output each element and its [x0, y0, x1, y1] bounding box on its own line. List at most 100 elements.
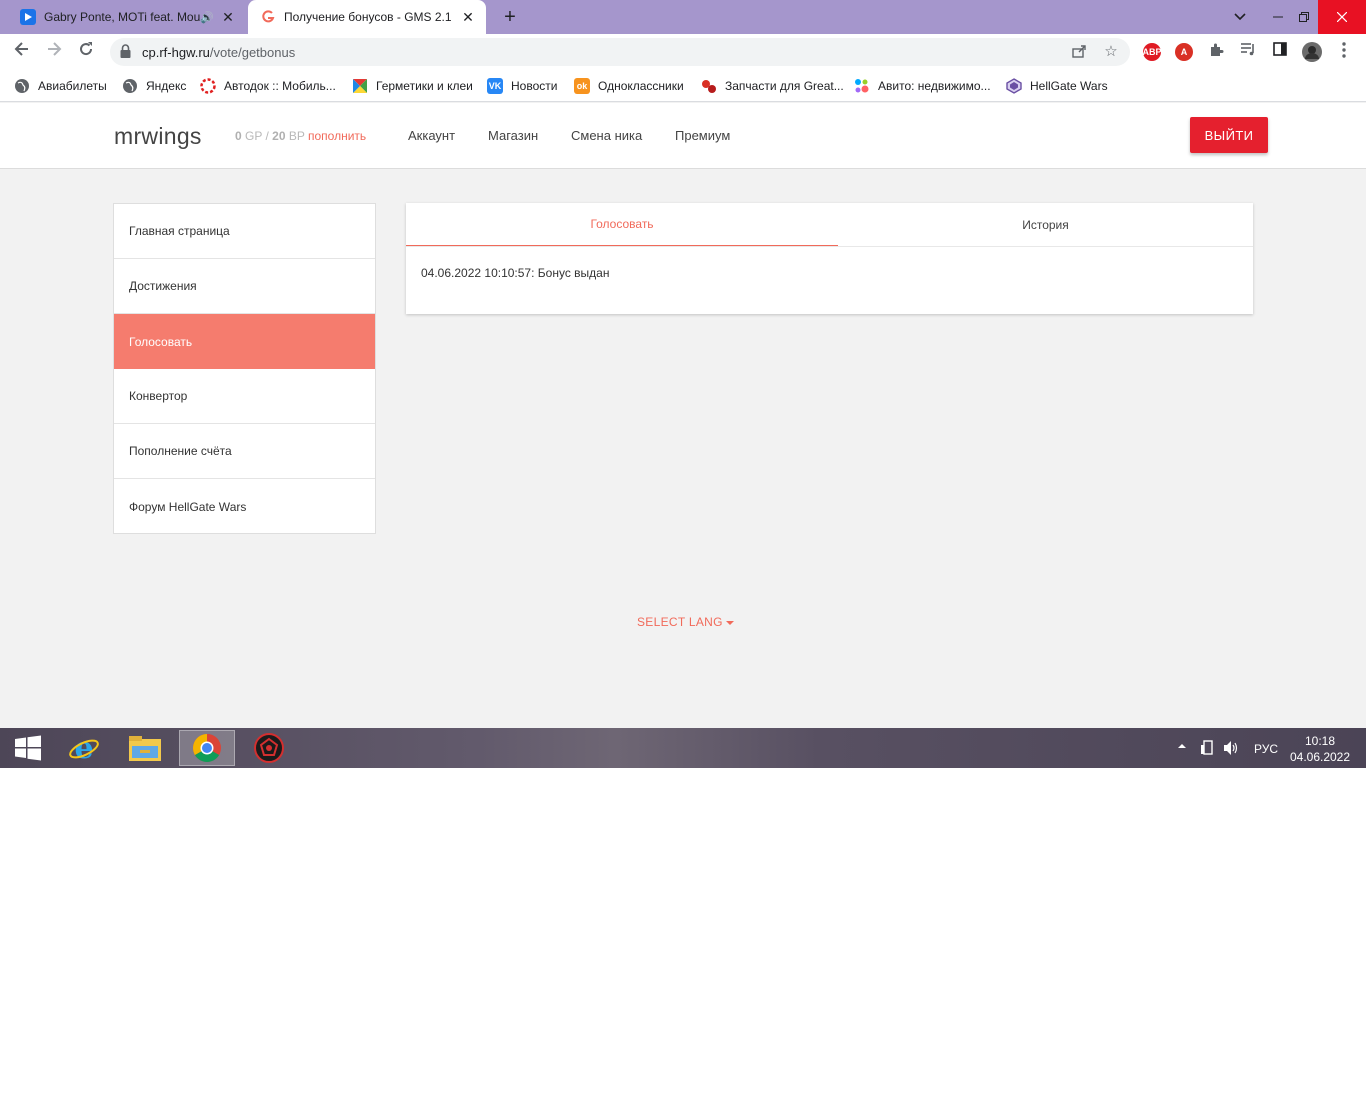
- lock-icon[interactable]: [120, 44, 131, 58]
- nav-account[interactable]: Аккаунт: [408, 128, 455, 143]
- colorful-square-icon: [352, 78, 368, 94]
- bookmark-zapchasti[interactable]: Запчасти для Great...: [701, 77, 844, 95]
- close-tab-icon[interactable]: ✕: [218, 9, 238, 26]
- sidebar-item-topup[interactable]: Пополнение счёта: [114, 424, 375, 479]
- bookmark-label: Авито: недвижимо...: [878, 79, 991, 93]
- bookmarks-bar: Авиабилеты Яндекс Автодок :: Мобиль... Г…: [0, 70, 1366, 102]
- bookmark-label: Герметики и клеи: [376, 79, 473, 93]
- balance-display: 0 GP / 20 BP пополнить: [235, 129, 366, 143]
- site-header: mrwings 0 GP / 20 BP пополнить Аккаунт М…: [0, 103, 1366, 169]
- tab-divider: [406, 246, 1253, 247]
- bookmark-aviabilety[interactable]: Авиабилеты: [14, 77, 107, 95]
- tab-vote[interactable]: Голосовать: [406, 203, 838, 247]
- bookmark-star-icon[interactable]: ☆: [1102, 43, 1120, 61]
- bookmark-autodoc[interactable]: Автодок :: Мобиль...: [200, 77, 336, 95]
- adblock-icon[interactable]: ABP: [1143, 43, 1162, 61]
- speaker-icon[interactable]: 🔊: [200, 11, 214, 24]
- topup-link[interactable]: пополнить: [308, 129, 366, 143]
- url-text[interactable]: cp.rf-hgw.ru/vote/getbonus: [142, 45, 295, 60]
- extensions-puzzle-icon[interactable]: [1206, 42, 1226, 62]
- parts-icon: [701, 78, 717, 94]
- bookmark-label: Одноклассники: [598, 79, 684, 93]
- address-bar[interactable]: cp.rf-hgw.ru/vote/getbonus ☆: [110, 38, 1130, 66]
- sidebar-item-home[interactable]: Главная страница: [114, 204, 375, 259]
- play-icon: [20, 9, 36, 25]
- forward-icon[interactable]: [42, 40, 66, 64]
- reload-icon[interactable]: [74, 40, 98, 64]
- hellgate-icon: [1006, 78, 1022, 94]
- system-clock[interactable]: 10:18 04.06.2022: [1288, 733, 1352, 765]
- gms-logo-icon: [260, 9, 276, 25]
- bookmark-label: Яндекс: [146, 79, 187, 93]
- new-tab-button[interactable]: +: [498, 5, 522, 29]
- bookmark-label: Новости: [511, 79, 558, 93]
- bookmark-hellgate[interactable]: HellGate Wars: [1006, 77, 1108, 95]
- bp-unit: BP: [285, 129, 308, 143]
- close-window-icon[interactable]: [1318, 0, 1366, 34]
- clock-time: 10:18: [1304, 734, 1336, 748]
- nav-change-nick[interactable]: Смена ника: [571, 128, 642, 143]
- browser-tab-music[interactable]: Gabry Ponte, MOTi feat. Mou 🔊 ✕: [8, 0, 246, 34]
- bookmark-label: HellGate Wars: [1030, 79, 1108, 93]
- logout-button[interactable]: ВЫЙТИ: [1190, 117, 1268, 153]
- username-logo[interactable]: mrwings: [114, 123, 202, 150]
- clock-date: 04.06.2022: [1289, 750, 1351, 764]
- ok-icon: ok: [574, 78, 590, 94]
- bookmark-label: Авиабилеты: [38, 79, 107, 93]
- bookmark-germetiki[interactable]: Герметики и клеи: [352, 77, 473, 95]
- bookmark-novosti[interactable]: VK Новости: [487, 77, 557, 95]
- windows-taskbar: e РУС 10:18 04.06.2022: [0, 728, 1366, 768]
- gp-value: 0: [235, 129, 242, 143]
- url-host: cp.rf-hgw.ru: [142, 45, 210, 60]
- tray-expand-icon[interactable]: [1177, 740, 1187, 754]
- svg-text:e: e: [74, 732, 93, 764]
- bookmark-label: Автодок :: Мобиль...: [224, 79, 336, 93]
- sidebar-menu: Главная страница Достижения Голосовать К…: [113, 203, 376, 534]
- internet-explorer-icon[interactable]: e: [56, 730, 112, 766]
- share-icon[interactable]: [1070, 43, 1088, 61]
- caret-down-icon: [725, 620, 734, 625]
- browser-tab-gms[interactable]: Получение бонусов - GMS 2.1 ✕: [248, 0, 486, 34]
- nav-premium[interactable]: Премиум: [675, 128, 730, 143]
- sidebar-item-achievements[interactable]: Достижения: [114, 259, 375, 314]
- select-lang-label: SELECT LANG: [637, 615, 723, 629]
- tab-title: Получение бонусов - GMS 2.1: [284, 10, 452, 24]
- side-panel-icon[interactable]: [1270, 42, 1290, 62]
- volume-icon[interactable]: [1223, 740, 1239, 759]
- network-icon[interactable]: [1200, 740, 1216, 759]
- close-tab-icon[interactable]: ✕: [458, 9, 478, 26]
- nav-shop[interactable]: Магазин: [488, 128, 538, 143]
- chrome-icon[interactable]: [179, 730, 235, 766]
- gp-unit: GP /: [241, 129, 273, 143]
- tab-title: Gabry Ponte, MOTi feat. Mou: [44, 10, 201, 24]
- game-launcher-icon[interactable]: [241, 730, 297, 766]
- tab-history[interactable]: История: [838, 203, 1253, 247]
- avito-icon: [854, 78, 870, 94]
- windows-start-icon[interactable]: [0, 730, 56, 766]
- profile-avatar[interactable]: [1302, 42, 1322, 62]
- menu-dots-icon[interactable]: [1334, 42, 1354, 62]
- globe-icon: [14, 78, 30, 94]
- sidebar-item-vote[interactable]: Голосовать: [114, 314, 375, 369]
- vote-card: Голосовать История 04.06.2022 10:10:57: …: [406, 203, 1253, 314]
- bookmark-odnoklassniki[interactable]: ok Одноклассники: [574, 77, 684, 95]
- autodoc-icon: [200, 78, 216, 94]
- antivirus-extension-icon[interactable]: A: [1175, 43, 1193, 61]
- bookmark-avito[interactable]: Авито: недвижимо...: [854, 77, 991, 95]
- restore-icon[interactable]: [1286, 0, 1322, 34]
- sidebar-item-forum[interactable]: Форум HellGate Wars: [114, 479, 375, 534]
- back-icon[interactable]: [10, 40, 34, 64]
- vk-icon: VK: [487, 78, 503, 94]
- sidebar-item-converter[interactable]: Конвертор: [114, 369, 375, 424]
- bp-value: 20: [272, 129, 286, 143]
- media-queue-icon[interactable]: [1238, 42, 1258, 62]
- language-indicator[interactable]: РУС: [1254, 742, 1278, 756]
- screen: Gabry Ponte, MOTi feat. Mou 🔊 ✕ Получени…: [0, 0, 1366, 768]
- bonus-entry: 04.06.2022 10:10:57: Бонус выдан: [421, 266, 610, 280]
- bookmark-yandex[interactable]: Яндекс: [122, 77, 186, 95]
- select-lang-dropdown[interactable]: SELECT LANG: [637, 615, 734, 629]
- globe-icon: [122, 78, 138, 94]
- file-explorer-icon[interactable]: [117, 730, 173, 766]
- browser-toolbar: cp.rf-hgw.ru/vote/getbonus ☆ ABP A: [0, 34, 1366, 70]
- tab-search-icon[interactable]: [1222, 0, 1258, 34]
